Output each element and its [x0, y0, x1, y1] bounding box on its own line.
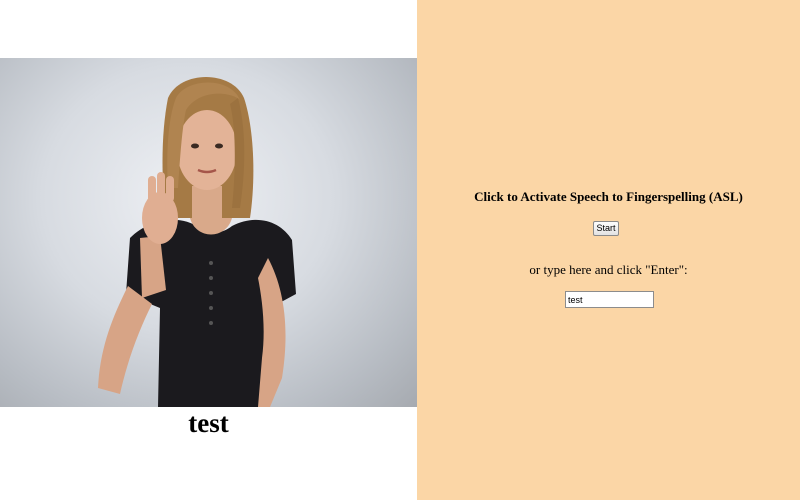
fingerspelling-video — [0, 58, 417, 407]
signer-illustration — [98, 77, 296, 407]
type-prompt-label: or type here and click "Enter": — [529, 262, 688, 277]
page: test Click to Activate Speech to Fingers… — [0, 0, 800, 500]
fingerspelled-word: test — [188, 408, 229, 438]
start-button[interactable]: Start — [593, 221, 619, 236]
word-input[interactable] — [565, 291, 654, 308]
activate-speech-instruction: Click to Activate Speech to Fingerspelli… — [474, 189, 743, 204]
video-panel: test — [0, 0, 417, 500]
control-panel: Click to Activate Speech to Fingerspelli… — [417, 0, 800, 500]
